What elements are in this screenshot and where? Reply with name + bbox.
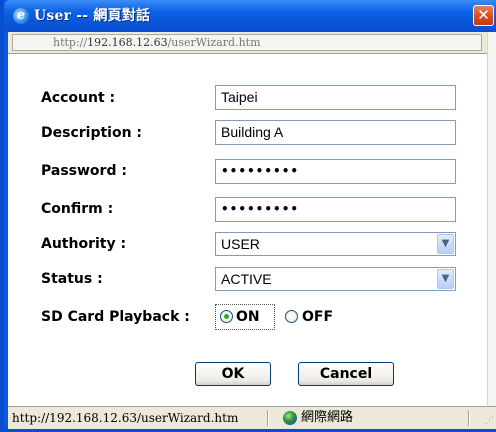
scrollbar-track[interactable] <box>487 32 496 406</box>
status-selected-value: ACTIVE <box>221 271 272 287</box>
address-host: 192.168.12.63 <box>87 36 168 49</box>
authority-label: Authority : <box>41 236 127 252</box>
sd-off-label[interactable]: OFF <box>302 307 333 327</box>
authority-selected-value: USER <box>221 236 260 252</box>
description-input[interactable]: Building A <box>215 120 456 145</box>
address-path: /userWizard.htm <box>167 36 261 49</box>
title-bar[interactable]: e User -- 網頁對話 ✕ <box>4 0 496 32</box>
sd-off-radio[interactable] <box>285 310 298 323</box>
address-prefix: http:// <box>53 36 88 49</box>
address-bar: http://192.168.12.63/userWizard.htm <box>8 32 488 54</box>
dialog-window: e User -- 網頁對話 ✕ http://192.168.12.63/us… <box>0 0 496 432</box>
chevron-down-icon[interactable]: ▼ <box>437 234 454 254</box>
ie-icon: e <box>13 8 29 24</box>
password-label: Password : <box>41 163 127 179</box>
confirm-label: Confirm : <box>41 201 114 217</box>
resize-grip-icon[interactable]: ⋰ <box>482 415 494 427</box>
authority-select[interactable]: USER ▼ <box>215 232 456 256</box>
window-title: User -- 網頁對話 <box>34 8 151 24</box>
sd-card-playback-radio-group: ON OFF <box>215 304 365 330</box>
sd-on-label[interactable]: ON <box>236 307 260 327</box>
cancel-button[interactable]: Cancel <box>298 362 394 386</box>
ok-button[interactable]: OK <box>195 362 271 386</box>
status-label: Status : <box>41 271 103 287</box>
account-input[interactable]: Taipei <box>215 85 456 110</box>
status-select[interactable]: ACTIVE ▼ <box>215 267 456 291</box>
status-bar: http://192.168.12.63/userWizard.htm 網際網路… <box>8 406 496 429</box>
status-divider <box>267 410 269 426</box>
sd-on-radio[interactable] <box>220 310 233 323</box>
globe-icon <box>283 411 297 425</box>
status-divider <box>468 410 470 426</box>
confirm-password-input[interactable]: ••••••••• <box>215 197 456 222</box>
sd-card-playback-label: SD Card Playback : <box>41 309 190 325</box>
security-zone: 網際網路 <box>301 410 354 425</box>
account-label: Account : <box>41 90 116 106</box>
close-button[interactable]: ✕ <box>473 5 494 26</box>
status-url: http://192.168.12.63/userWizard.htm <box>12 411 239 425</box>
address-field: http://192.168.12.63/userWizard.htm <box>12 34 482 51</box>
dialog-content: http://192.168.12.63/userWizard.htm Acco… <box>8 32 496 429</box>
password-input[interactable]: ••••••••• <box>215 159 456 184</box>
chevron-down-icon[interactable]: ▼ <box>437 269 454 289</box>
description-label: Description : <box>41 125 143 141</box>
